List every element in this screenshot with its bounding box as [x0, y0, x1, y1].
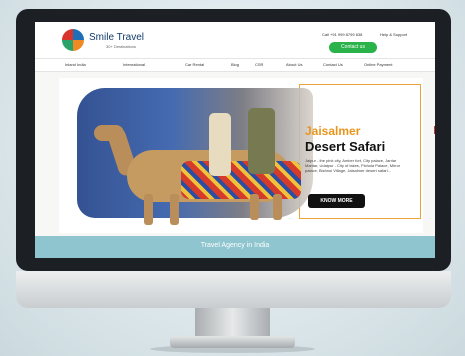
hero-title-line1: Jaisalmer: [305, 124, 361, 138]
monitor-stand-base: [170, 336, 295, 348]
rider-right: [248, 108, 275, 174]
nav-item-inland-india[interactable]: Inland India: [65, 62, 86, 67]
camel-leg: [144, 194, 153, 225]
nav-item-international[interactable]: International: [123, 62, 145, 67]
camel-head: [94, 125, 124, 141]
carousel-next-icon[interactable]: [434, 126, 435, 134]
camel-leg: [170, 194, 179, 225]
monitor-chin: [16, 271, 451, 308]
hero-banner: Jaisalmer Desert Safari Jaipur - the pin…: [59, 78, 423, 233]
help-support-link[interactable]: Help & Support: [380, 32, 407, 37]
hero-title-line2: Desert Safari: [305, 139, 386, 154]
agency-banner-text: Travel Agency in India: [200, 242, 270, 249]
phone-number[interactable]: Call +91 999 8799 638: [322, 32, 362, 37]
nav-item-online-payment[interactable]: Online Payment: [364, 62, 392, 67]
contact-us-button[interactable]: Contact us: [329, 42, 377, 53]
brand-name[interactable]: Smile Travel: [89, 32, 144, 43]
camel-leg: [250, 194, 259, 220]
hero-description: Jaipur - the pink city, Amber fort, City…: [305, 158, 401, 173]
agency-banner: Travel Agency in India: [35, 236, 435, 258]
rider-left: [209, 113, 231, 176]
main-navigation: Inland India International Car Rental Bl…: [35, 58, 435, 72]
website-screen: Smile Travel 30+ Destinations Call +91 9…: [35, 22, 435, 258]
brand-tagline: 30+ Destinations: [106, 44, 136, 49]
nav-item-about-us[interactable]: About Us: [286, 62, 302, 67]
nav-item-contact-us[interactable]: Contact Us: [323, 62, 343, 67]
site-header: Smile Travel 30+ Destinations Call +91 9…: [35, 22, 435, 58]
nav-item-car-rental[interactable]: Car Rental: [185, 62, 204, 67]
camel-saddle: [181, 161, 301, 199]
nav-item-csr[interactable]: CSR: [255, 62, 263, 67]
logo-icon[interactable]: [62, 29, 84, 51]
nav-item-blog[interactable]: Blog: [231, 62, 239, 67]
camel-leg: [273, 194, 282, 220]
know-more-button[interactable]: KNOW MORE: [308, 194, 365, 208]
